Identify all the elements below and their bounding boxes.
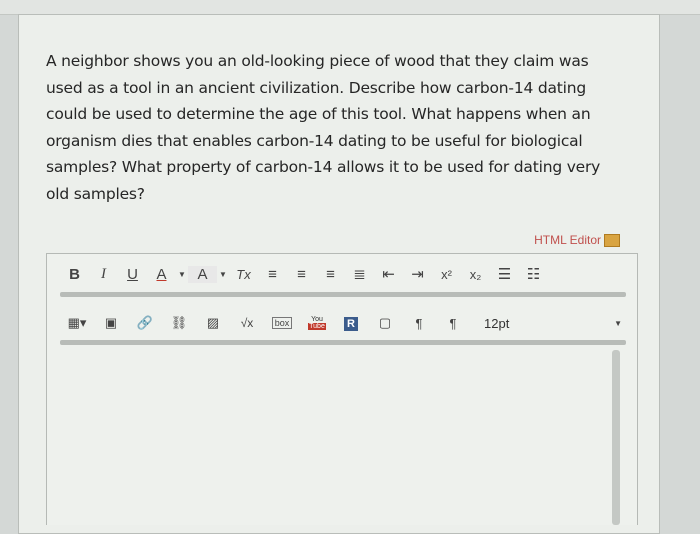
question-line: A neighbor shows you an old-looking piec… xyxy=(46,52,589,70)
bullet-list-icon[interactable]: ☰ xyxy=(490,265,519,283)
link-icon[interactable]: 🔗 xyxy=(128,315,162,331)
html-editor-label[interactable]: HTML Editor xyxy=(534,233,601,247)
insert-toolbar: ▦▾ ▣ 🔗 ⛓ ▨ √x box You Tube R ▢ ¶ ¶ 12pt … xyxy=(60,312,630,334)
outdent-icon[interactable]: ⇤ xyxy=(374,265,403,283)
image-icon[interactable]: ▨ xyxy=(196,315,230,331)
r-icon: R xyxy=(344,317,358,331)
ltr-button[interactable]: ¶ xyxy=(402,316,436,331)
embed-icon[interactable]: ▢ xyxy=(368,315,402,331)
align-right-icon[interactable]: ≡ xyxy=(316,266,345,283)
html-editor-icon[interactable] xyxy=(604,233,620,247)
unlink-icon[interactable]: ⛓ xyxy=(162,315,196,331)
box-button[interactable]: box xyxy=(272,317,292,329)
media-icon[interactable]: ▣ xyxy=(94,315,128,331)
browser-top-border xyxy=(0,0,700,15)
font-color-dropdown-icon[interactable]: ▼ xyxy=(176,270,188,279)
question-line: used as a tool in an ancient civilizatio… xyxy=(46,78,587,97)
formatting-toolbar: B I U A ▼ A ▼ Tx ≡ ≡ ≡ ≣ ⇤ ⇥ x² x₂ ☰ ☷ xyxy=(60,262,630,286)
background-color-dropdown-icon[interactable]: ▼ xyxy=(217,270,229,279)
question-line: organism dies that enables carbon-14 dat… xyxy=(46,131,583,150)
font-size-select[interactable]: 12pt xyxy=(484,316,509,331)
underline-button[interactable]: U xyxy=(118,266,147,283)
background-color-button[interactable]: A xyxy=(188,265,217,283)
youtube-button[interactable]: You Tube xyxy=(300,316,334,331)
align-center-icon[interactable]: ≡ xyxy=(287,266,316,283)
toolbar-divider-bottom xyxy=(60,340,626,345)
question-line: could be used to determine the age of th… xyxy=(46,105,591,123)
youtube-top-label: You xyxy=(311,315,323,323)
youtube-bottom-label: Tube xyxy=(308,322,326,330)
align-justify-icon[interactable]: ≣ xyxy=(345,265,374,283)
table-icon[interactable]: ▦▾ xyxy=(60,315,94,331)
subscript-button[interactable]: x₂ xyxy=(461,267,490,282)
italic-button[interactable]: I xyxy=(89,266,118,283)
equation-button[interactable]: √x xyxy=(230,316,264,330)
question-line: samples? What property of carbon-14 allo… xyxy=(46,158,601,176)
superscript-button[interactable]: x² xyxy=(432,267,461,282)
question-text: A neighbor shows you an old-looking piec… xyxy=(46,48,626,207)
r-button[interactable]: R xyxy=(334,315,368,331)
html-editor-link[interactable]: HTML Editor xyxy=(534,233,620,247)
youtube-icon[interactable]: You Tube xyxy=(308,316,326,330)
numbered-list-icon[interactable]: ☷ xyxy=(519,265,548,283)
align-left-icon[interactable]: ≡ xyxy=(258,266,287,283)
font-color-button[interactable]: A xyxy=(147,266,176,283)
indent-icon[interactable]: ⇥ xyxy=(403,265,432,283)
toolbar-divider xyxy=(60,292,626,297)
bold-button[interactable]: B xyxy=(60,266,89,283)
rtl-button[interactable]: ¶ xyxy=(436,316,470,331)
question-line: old samples? xyxy=(46,184,145,203)
font-size-dropdown-icon[interactable]: ▼ xyxy=(614,319,622,328)
clear-formatting-button[interactable]: Tx xyxy=(229,267,258,282)
editor-scrollbar[interactable] xyxy=(612,350,620,525)
